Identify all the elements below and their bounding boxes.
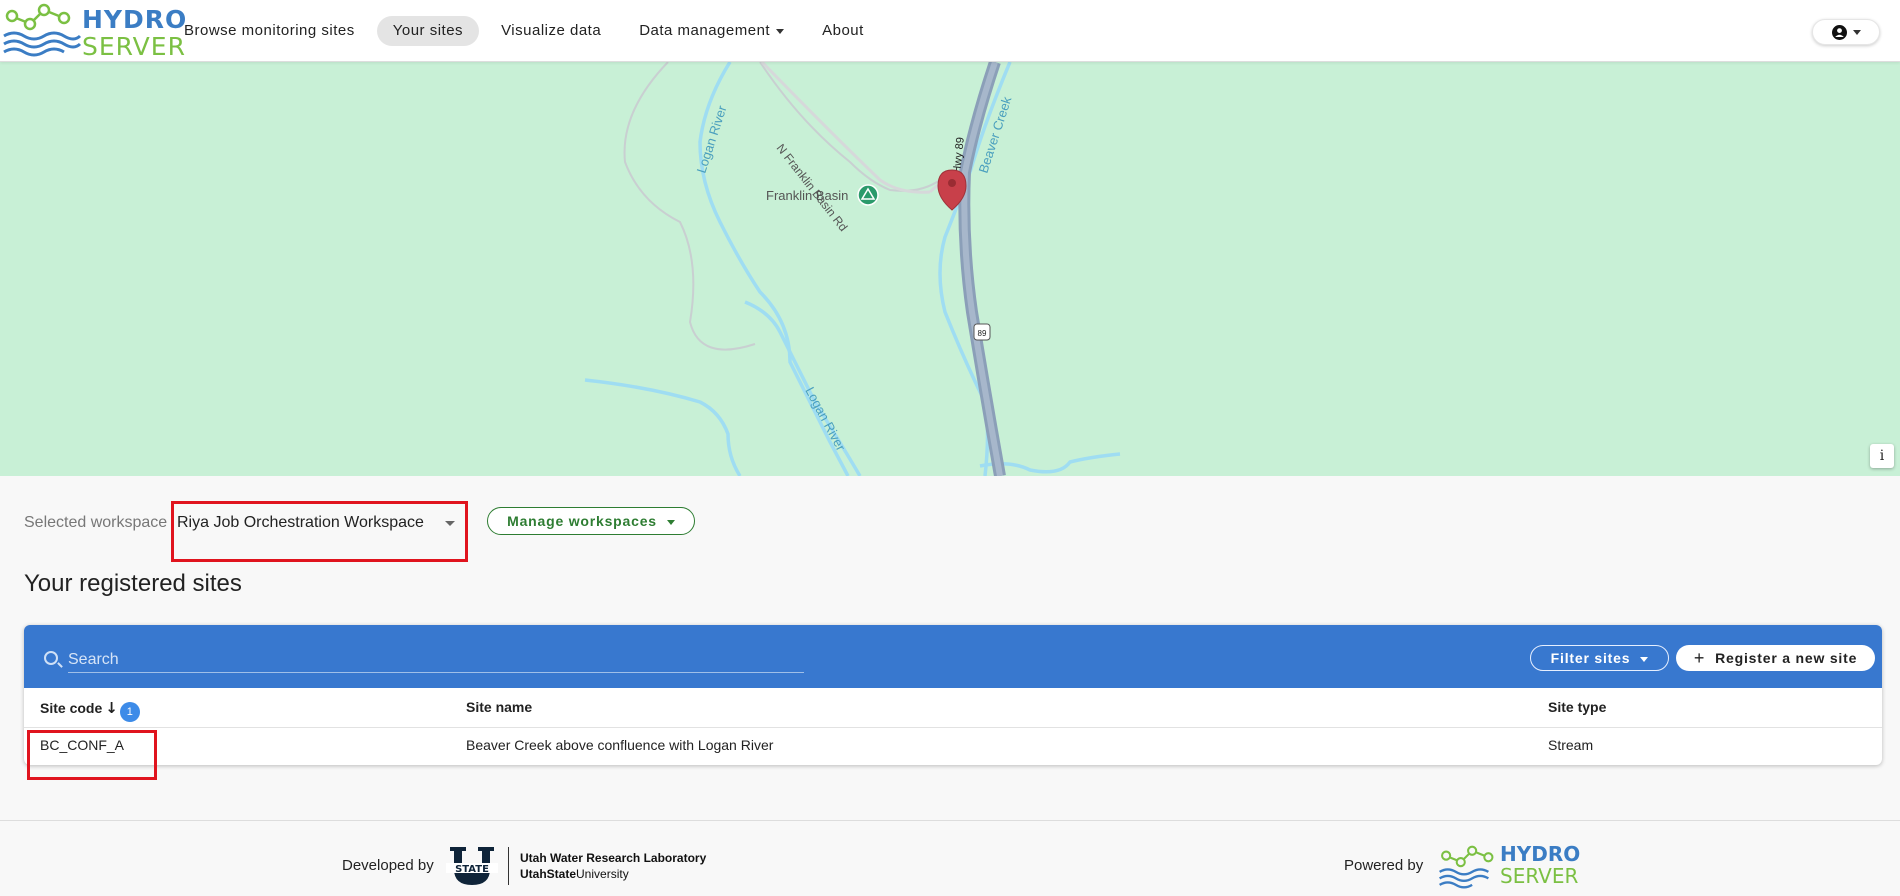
footer-brand-line2: SERVER — [1500, 864, 1579, 888]
nav-your-sites[interactable]: Your sites — [376, 16, 480, 46]
nav-data-management-label: Data management — [639, 22, 771, 39]
sites-table-card: Filter sites + Register a new site Site c… — [24, 625, 1882, 765]
register-site-label: Register a new site — [1715, 650, 1858, 666]
search-icon — [44, 651, 58, 665]
footer: Developed by STATE Utah Water Research L… — [0, 820, 1900, 896]
footer-brand-wordmark: HYDRO SERVER — [1500, 843, 1580, 887]
footer-divider — [508, 847, 509, 885]
developed-by-label: Developed by — [342, 857, 434, 874]
footer-brand-line1: HYDRO — [1500, 842, 1581, 866]
workspace-highlight-box — [171, 501, 468, 562]
cell-site-name: Beaver Creek above confluence with Logan… — [466, 737, 774, 753]
nav-about[interactable]: About — [806, 16, 880, 46]
chevron-down-icon — [776, 28, 785, 34]
filter-sites-label: Filter sites — [1550, 650, 1631, 666]
account-menu-button[interactable] — [1812, 19, 1880, 45]
campground-icon — [857, 184, 879, 206]
usu-name-bold: UtahState — [520, 867, 577, 881]
column-header-site-name[interactable]: Site name — [466, 699, 532, 715]
column-header-site-type[interactable]: Site type — [1548, 699, 1606, 715]
header-divider — [24, 727, 1882, 728]
site-code-highlight-box — [27, 730, 157, 780]
account-circle-icon — [1831, 24, 1847, 40]
map-label-franklin-basin: Franklin Basin — [766, 188, 848, 203]
chevron-down-icon — [666, 519, 675, 525]
usu-logo-text: STATE — [455, 864, 489, 875]
column-header-site-code[interactable]: Site code ↓ 1 — [40, 699, 140, 722]
filter-sites-button[interactable]: Filter sites — [1530, 645, 1669, 671]
plus-icon: + — [1693, 648, 1706, 668]
column-header-site-code-label: Site code — [40, 700, 103, 716]
sites-map[interactable]: 89 N Franklin Basin Rd Logan River Logan… — [0, 62, 1900, 476]
nav-browse-monitoring-sites[interactable]: Browse monitoring sites — [168, 16, 371, 46]
powered-by-label: Powered by — [1344, 857, 1424, 874]
uwrl-name: Utah Water Research Laboratory — [520, 851, 707, 865]
hwy-shield-label: 89 — [978, 329, 987, 338]
usu-logo-icon[interactable]: STATE — [444, 845, 500, 887]
register-site-button[interactable]: + Register a new site — [1676, 645, 1875, 671]
chevron-down-icon — [1852, 29, 1861, 35]
map-canvas: 89 N Franklin Basin Rd Logan River Logan… — [584, 62, 1121, 476]
table-toolbar: Filter sites + Register a new site — [24, 625, 1882, 688]
cell-site-type: Stream — [1548, 737, 1594, 753]
map-label-logan-river-south: Logan River — [802, 384, 848, 454]
nav-data-management[interactable]: Data management — [623, 16, 800, 46]
map-attribution-button[interactable]: i — [1870, 444, 1894, 468]
hwy-89-shield: 89 — [973, 323, 991, 341]
search-input[interactable] — [68, 647, 804, 673]
usu-name: UtahStateUniversity — [520, 867, 629, 881]
page-title: Your registered sites — [24, 570, 242, 597]
usu-name-rest: University — [576, 867, 629, 881]
main-nav: Browse monitoring sites Your sites Visua… — [168, 16, 880, 46]
arrow-down-icon: ↓ — [105, 699, 118, 717]
sort-order-badge: 1 — [119, 702, 140, 722]
chevron-down-icon — [1640, 656, 1649, 662]
selected-workspace-label: Selected workspace — [24, 514, 168, 531]
manage-workspaces-label: Manage workspaces — [507, 513, 657, 529]
manage-workspaces-button[interactable]: Manage workspaces — [487, 507, 695, 535]
top-navigation-bar: HYDRO SERVER Browse monitoring sites You… — [0, 0, 1900, 62]
nav-visualize-data[interactable]: Visualize data — [485, 16, 617, 46]
